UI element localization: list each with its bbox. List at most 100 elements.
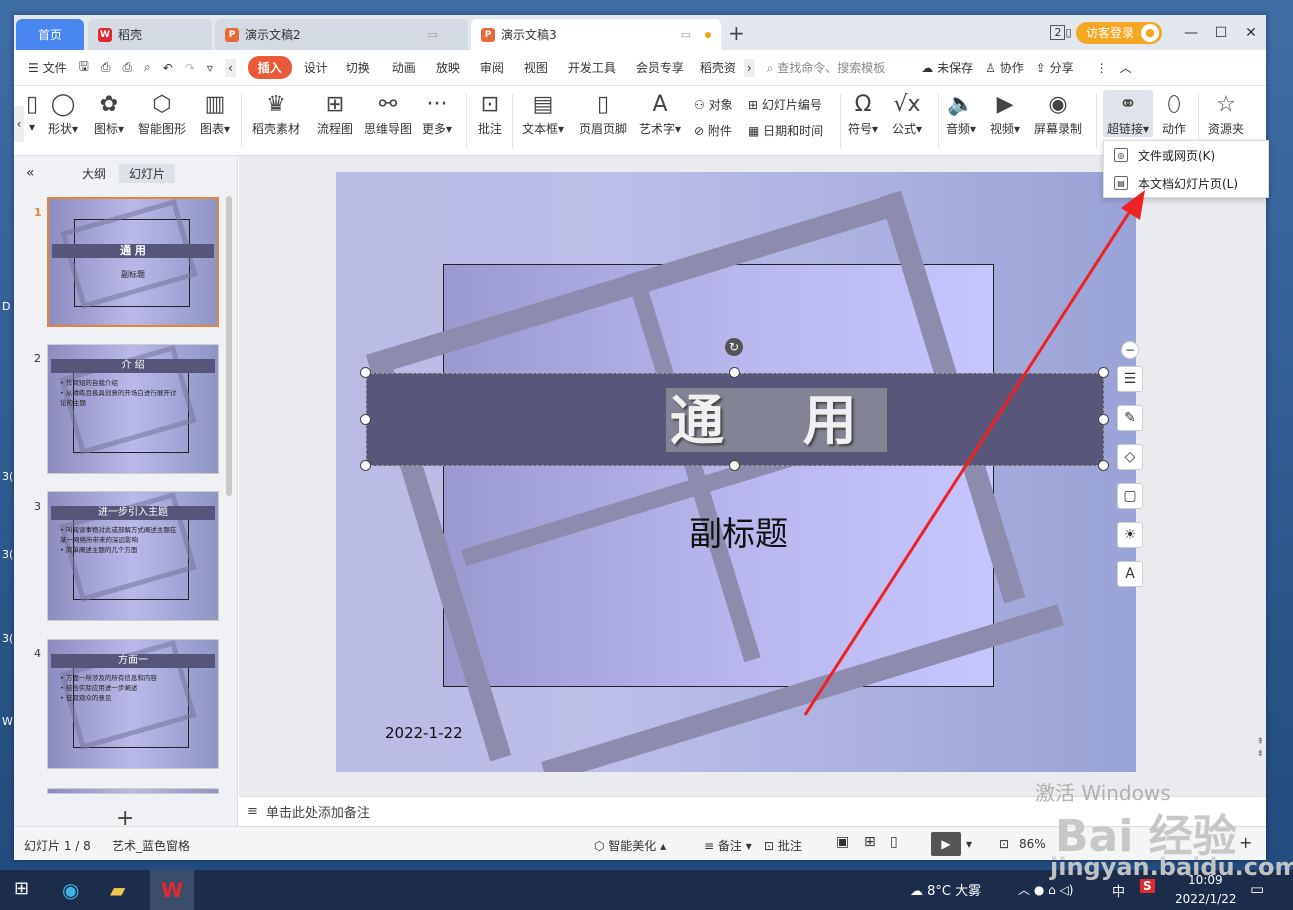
slide-date[interactable]: 2022-1-22 (385, 724, 463, 742)
resize-handle[interactable] (729, 460, 740, 471)
clock-date[interactable]: 2022/1/22 (1175, 892, 1237, 906)
shape-button[interactable]: ◯ 形状▾ (48, 90, 78, 137)
ime-indicator[interactable]: 中 (1112, 881, 1125, 900)
tab-doc3[interactable]: P 演示文稿3 ▭ (471, 19, 721, 50)
video-button[interactable]: ▶ 视频▾ (990, 90, 1020, 137)
icon-button[interactable]: ✿ 图标▾ (94, 90, 124, 137)
resize-handle[interactable] (1098, 460, 1109, 471)
zoom-level[interactable]: 86% (1019, 837, 1046, 851)
document-slide-item[interactable]: ▤ 本文档幻灯片页(L) (1104, 169, 1268, 197)
symbol-button[interactable]: Ω 符号▾ (848, 90, 878, 137)
tab-home[interactable]: 首页 (16, 19, 84, 50)
menu-member[interactable]: 会员专享 (636, 59, 684, 76)
share-button[interactable]: ⇪ 分享 (1036, 59, 1074, 76)
quick-access-dropdown-icon[interactable]: ▿ (207, 61, 213, 75)
menu-review[interactable]: 审阅 (480, 59, 504, 76)
table-button-partial[interactable]: ▯ ▾ (26, 90, 38, 134)
menu-insert[interactable]: 插入 (247, 56, 292, 79)
slide-thumbnail-1[interactable]: 通 用 副标题 (47, 197, 219, 327)
resize-handle[interactable] (360, 414, 371, 425)
textbox-button[interactable]: ▤ 文本框▾ (522, 90, 564, 137)
ribbon-scroll-left-icon[interactable]: ‹ (14, 106, 24, 142)
unsaved-status[interactable]: ☁ 未保存 (921, 59, 973, 76)
slide-thumbnail-5[interactable] (47, 788, 219, 794)
header-footer-button[interactable]: ▯ 页眉页脚 (579, 90, 627, 137)
tab-outline[interactable]: 大纲 (72, 164, 116, 183)
screen-record-button[interactable]: ◉ 屏幕录制 (1034, 90, 1082, 137)
slide-subtitle[interactable]: 副标题 (689, 507, 788, 555)
collapse-toolbar-icon[interactable]: − (1121, 341, 1139, 359)
object-button[interactable]: ⚇ 对象 (694, 96, 733, 113)
menu-developer[interactable]: 开发工具 (568, 59, 616, 76)
bulb-icon[interactable]: ☀ (1117, 522, 1143, 548)
normal-view-icon[interactable]: ▣ (836, 834, 849, 850)
slide-thumbnail-3[interactable]: 进一步引入主题 • 叫阅读事物对此或部解方式阐述主题在 某一网络所带来的深远影响… (47, 491, 219, 621)
resize-handle[interactable] (1098, 367, 1109, 378)
window-counter-icon[interactable]: 2 ▯ (1046, 25, 1076, 40)
play-icon[interactable]: ▶ (931, 832, 961, 856)
collaborate-button[interactable]: ♙ 协作 (985, 59, 1024, 76)
save-icon[interactable]: 🖫 (79, 57, 89, 78)
flowchart-button[interactable]: ⊞ 流程图 (317, 90, 353, 137)
edge-icon[interactable]: ◉ (62, 878, 79, 902)
notes-button[interactable]: ≡ 备注 ▾ (704, 837, 752, 854)
menu-transition[interactable]: 切换 (346, 59, 370, 76)
resources-button[interactable]: ☆ 资源夹 (1208, 90, 1244, 137)
wordart-button[interactable]: A 艺术字▾ (639, 90, 681, 137)
weather-widget[interactable]: ☁ 8°C 大雾 (910, 880, 981, 899)
maximize-icon[interactable]: ☐ (1206, 25, 1236, 41)
theme-name[interactable]: 艺术_蓝色窗格 (112, 837, 190, 854)
file-menu[interactable]: ☰ 文件 (28, 59, 67, 76)
file-or-webpage-item[interactable]: ◎ 文件或网页(K) (1104, 141, 1268, 169)
action-button[interactable]: ⬯ 动作 (1162, 90, 1186, 137)
more-options-icon[interactable]: ⋮ (1096, 61, 1108, 75)
menu-daoke-resources[interactable]: 稻壳资 (700, 59, 736, 76)
attachment-button[interactable]: ⊘ 附件 (694, 122, 732, 139)
hyperlink-button[interactable]: ⚭ 超链接▾ (1103, 90, 1154, 137)
menu-view[interactable]: 视图 (524, 59, 548, 76)
chart-button[interactable]: ▥ 图表▾ (200, 90, 230, 137)
brush-icon[interactable]: ✎ (1117, 405, 1143, 431)
more-button[interactable]: ··· 更多▾ (422, 90, 452, 137)
slide-number-button[interactable]: ⊞ 幻灯片编号 (748, 96, 822, 113)
reading-view-icon[interactable]: ▯ (890, 834, 898, 850)
zoom-in-icon[interactable]: + (1239, 833, 1252, 852)
resize-handle[interactable] (360, 460, 371, 471)
tab-doc2[interactable]: P 演示文稿2 ▭ (215, 19, 468, 50)
close-icon[interactable]: ✕ (1236, 25, 1266, 41)
fit-icon[interactable]: ⊡ (999, 837, 1009, 851)
slide-thumbnail-2[interactable]: 介 绍 • 作简短的自我介绍 • 从精练且极具创意的开场白进行展开讨 论的主题 (47, 344, 219, 474)
new-tab-button[interactable]: + (728, 21, 745, 45)
panel-scrollbar[interactable] (226, 196, 232, 496)
layers-icon[interactable]: ☰ (1117, 366, 1143, 392)
smart-beautify-button[interactable]: ⬡ 智能美化 ▴ (594, 837, 666, 854)
menu-design[interactable]: 设计 (304, 59, 328, 76)
outline-icon[interactable]: ▢ (1117, 483, 1143, 509)
text-format-icon[interactable]: A (1117, 561, 1143, 587)
scroll-left-icon[interactable]: ‹ (224, 58, 236, 77)
slide-title[interactable]: 通 用 (666, 388, 887, 452)
wps-taskbar-icon[interactable]: W (150, 870, 194, 910)
notification-icon[interactable]: ▭ (1250, 880, 1264, 898)
play-dropdown-icon[interactable]: ▾ (966, 837, 972, 851)
sorter-view-icon[interactable]: ⊞ (864, 834, 876, 850)
comment-button[interactable]: ⊡ 批注 (478, 90, 502, 137)
resize-handle[interactable] (1098, 414, 1109, 425)
comment-status-button[interactable]: ⊡ 批注 (764, 837, 802, 854)
page-nav-icon[interactable]: ⇞ ⇟ (1256, 736, 1264, 760)
resize-handle[interactable] (360, 367, 371, 378)
preview-icon[interactable]: ⌕ (144, 60, 151, 75)
slide-thumbnail-4[interactable]: 方面一 • 方面一所涉及的所有信息和内容 • 结合实际应用进一步阐述 • 征取观… (47, 639, 219, 769)
audio-button[interactable]: 🔈 音频▾ (946, 90, 976, 137)
minimize-icon[interactable]: — (1176, 25, 1206, 41)
tray-icons[interactable]: ︿ ● ⌂ ◁) (1018, 881, 1073, 898)
export-pdf-icon[interactable]: ⎙ (101, 60, 111, 75)
rotate-handle-icon[interactable]: ↻ (725, 338, 743, 356)
smartart-button[interactable]: ⬡ 智能图形 (138, 90, 186, 137)
daoke-material-button[interactable]: ♛ 稻壳素材 (252, 90, 300, 137)
formula-button[interactable]: √x 公式▾ (892, 90, 922, 137)
slide-1[interactable]: 通 用 副标题 2022-1-22 ↻ (336, 172, 1136, 772)
file-explorer-icon[interactable]: ▰ (110, 878, 125, 902)
windows-start-icon[interactable]: ⊞ (14, 878, 29, 899)
resize-handle[interactable] (729, 367, 740, 378)
